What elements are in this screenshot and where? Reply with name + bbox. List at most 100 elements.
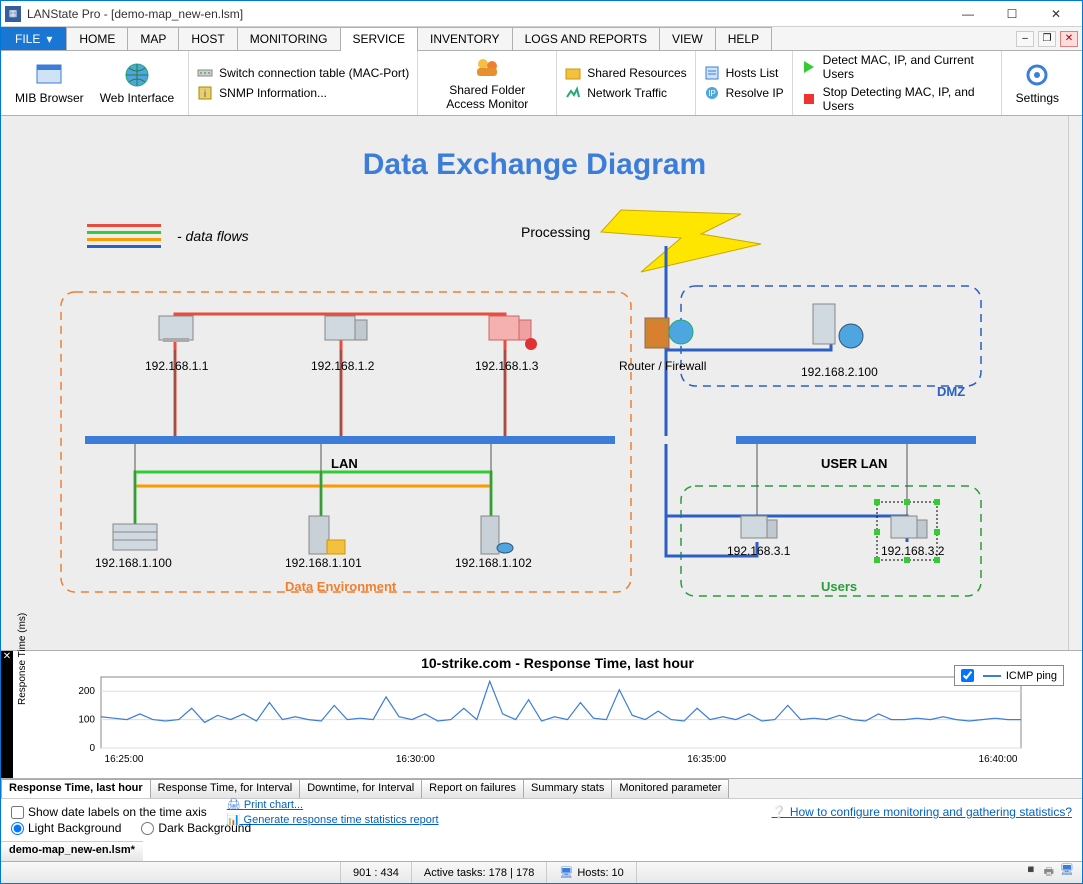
host-node[interactable] — [813, 304, 863, 348]
node-label: Router / Firewall — [619, 359, 706, 373]
tab-inventory[interactable]: INVENTORY — [417, 27, 513, 50]
resolve-icon: IP — [704, 85, 720, 101]
node-label: 192.168.1.3 — [475, 359, 538, 373]
hosts-list-button[interactable]: Hosts List — [702, 64, 786, 82]
chart-title: 10-strike.com - Response Time, last hour — [41, 655, 1074, 671]
detect-button[interactable]: Detect MAC, IP, and Current Users — [799, 52, 995, 82]
tab-home[interactable]: HOME — [66, 27, 128, 50]
settings-button[interactable]: Settings — [1008, 53, 1067, 113]
node-label: 192.168.1.1 — [145, 359, 208, 373]
svg-text:16:30:00: 16:30:00 — [396, 754, 435, 765]
resolve-ip-button[interactable]: IPResolve IP — [702, 84, 786, 102]
zone-dataenv: Data Environment — [285, 579, 396, 594]
chart-tab[interactable]: Monitored parameter — [611, 779, 729, 798]
host-node[interactable] — [309, 516, 345, 554]
node-label: 192.168.1.101 — [285, 556, 362, 570]
zone-dmz: DMZ — [937, 384, 965, 399]
chart-pane-close[interactable]: ✕ — [1, 651, 13, 778]
host-node[interactable] — [325, 316, 367, 340]
chart-tabs: Response Time, last hour Response Time, … — [1, 779, 1082, 799]
svg-text:IP: IP — [708, 89, 716, 98]
zone-lan: LAN — [331, 456, 358, 471]
node-label: 192.168.2.100 — [801, 365, 878, 379]
chart-tab[interactable]: Response Time, for Interval — [150, 779, 301, 798]
mib-browser-button[interactable]: MIB Browser — [7, 53, 92, 113]
web-interface-button[interactable]: Web Interface — [92, 53, 182, 113]
network-map-canvas[interactable]: Data Exchange Diagram - data flows Proce… — [1, 116, 1068, 650]
chart-tab[interactable]: Report on failures — [421, 779, 524, 798]
switch-icon — [197, 65, 213, 81]
tab-host[interactable]: HOST — [178, 27, 237, 50]
host-node[interactable] — [159, 316, 193, 342]
window-maximize[interactable]: ☐ — [990, 1, 1034, 27]
app-icon: ▦ — [5, 6, 21, 22]
list-icon — [704, 65, 720, 81]
shared-folder-monitor-button[interactable]: Shared Folder Access Monitor — [424, 53, 550, 113]
browser-icon — [35, 61, 63, 89]
snmp-icon: i — [197, 85, 213, 101]
dark-bg-radio[interactable]: Dark Background — [141, 821, 251, 835]
window-close[interactable]: ✕ — [1034, 1, 1078, 27]
response-time-chart: 010020016:25:0016:30:0016:35:0016:40:00 — [41, 671, 1041, 766]
chart-ylabel: Response Time (ms) — [17, 612, 28, 704]
tab-view[interactable]: VIEW — [659, 27, 716, 50]
host-node[interactable] — [481, 516, 513, 554]
svg-text:i: i — [204, 89, 206, 100]
zone-userlan: USER LAN — [821, 456, 887, 471]
switch-table-button[interactable]: Switch connection table (MAC-Port) — [195, 64, 411, 82]
network-traffic-button[interactable]: Network Traffic — [563, 84, 688, 102]
zone-users: Users — [821, 579, 857, 594]
document-tab[interactable]: demo-map_new-en.lsm* — [1, 841, 143, 861]
node-label: 192.168.3.2 — [881, 544, 944, 558]
tab-map[interactable]: MAP — [127, 27, 179, 50]
chart-legend[interactable]: ICMP ping — [954, 665, 1064, 686]
light-bg-radio[interactable]: Light Background — [11, 821, 121, 835]
host-node[interactable] — [489, 316, 537, 350]
shared-resources-button[interactable]: Shared Resources — [563, 64, 688, 82]
mdi-close[interactable]: ✕ — [1060, 31, 1078, 47]
host-node[interactable] — [741, 516, 777, 538]
svg-text:16:40:00: 16:40:00 — [979, 754, 1018, 765]
host-node[interactable] — [113, 524, 157, 550]
svg-text:0: 0 — [89, 743, 95, 754]
router-node[interactable] — [645, 318, 693, 348]
status-icon-alert[interactable]: ◾ — [1024, 863, 1038, 882]
chart-tab[interactable]: Summary stats — [523, 779, 612, 798]
mdi-restore[interactable]: ❐ — [1038, 31, 1056, 47]
window-minimize[interactable]: — — [946, 1, 990, 27]
status-icon-host[interactable]: 🖥 — [1060, 863, 1074, 882]
tab-service[interactable]: SERVICE — [340, 27, 418, 50]
tab-monitoring[interactable]: MONITORING — [237, 27, 341, 50]
node-label: 192.168.1.102 — [455, 556, 532, 570]
status-hosts: 🖥Hosts: 10 — [547, 862, 636, 883]
status-coords: 901 : 434 — [341, 862, 412, 883]
vertical-scrollbar[interactable] — [1068, 116, 1082, 650]
chevron-down-icon: ▾ — [46, 32, 52, 46]
svg-text:16:35:00: 16:35:00 — [687, 754, 726, 765]
svg-text:16:25:00: 16:25:00 — [105, 754, 144, 765]
snmp-info-button[interactable]: iSNMP Information... — [195, 84, 411, 102]
traffic-icon — [565, 85, 581, 101]
help-link[interactable]: ❔ How to configure monitoring and gather… — [772, 805, 1072, 819]
globe-icon — [123, 61, 151, 89]
chart-tab[interactable]: Response Time, last hour — [1, 779, 151, 798]
svg-text:200: 200 — [78, 686, 95, 697]
status-tasks: Active tasks: 178 | 178 — [412, 862, 547, 883]
stop-detect-button[interactable]: Stop Detecting MAC, IP, and Users — [799, 84, 995, 114]
tab-help[interactable]: HELP — [715, 27, 772, 50]
folder-icon — [565, 65, 581, 81]
print-chart-link[interactable]: 🖨 Print chart... — [227, 798, 439, 811]
show-date-checkbox[interactable]: Show date labels on the time axis — [11, 805, 207, 819]
chart-tab[interactable]: Downtime, for Interval — [299, 779, 422, 798]
window-title: LANState Pro - [demo-map_new-en.lsm] — [27, 7, 946, 21]
status-icon-printer[interactable]: 🖶 — [1044, 863, 1054, 882]
stop-icon — [801, 91, 817, 107]
mdi-minimize[interactable]: – — [1016, 31, 1034, 47]
node-label: 192.168.3.1 — [727, 544, 790, 558]
play-icon — [801, 59, 817, 75]
gear-icon — [1023, 61, 1051, 89]
file-menu[interactable]: FILE▾ — [1, 27, 66, 50]
legend-checkbox[interactable] — [961, 669, 974, 682]
tab-logs[interactable]: LOGS AND REPORTS — [512, 27, 660, 50]
node-label: 192.168.1.2 — [311, 359, 374, 373]
